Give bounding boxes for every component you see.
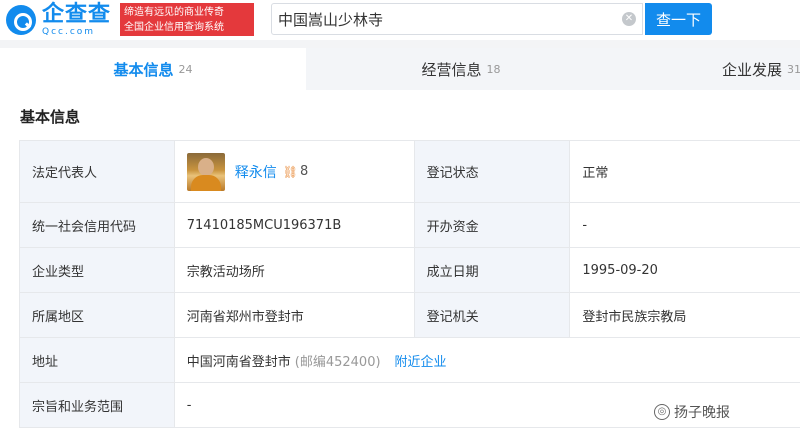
tab-label: 经营信息 bbox=[421, 60, 482, 79]
watermark-text: 扬子晚报 bbox=[674, 405, 730, 421]
authority-label: 登记机关 bbox=[413, 292, 571, 338]
logo-name: 企查查 bbox=[42, 2, 112, 27]
tab-count: 31 bbox=[787, 62, 800, 76]
watermark: ◎ 扬子晚报 bbox=[654, 402, 730, 422]
capital-value: - bbox=[569, 202, 800, 248]
authority-value: 登封市民族宗教局 bbox=[569, 292, 800, 338]
status-value: 正常 bbox=[569, 140, 800, 203]
logo-domain: Qcc.com bbox=[42, 27, 96, 37]
type-label: 企业类型 bbox=[19, 247, 175, 293]
address-value: 中国河南省登封市 bbox=[186, 354, 291, 370]
relation-icon[interactable]: ⛓ bbox=[283, 165, 298, 179]
top-header: 企查查 Qcc.com 缔造有远见的商业传奇 全国企业信用查询系统 ✕ 查一下 bbox=[0, 0, 800, 40]
tab-business-info[interactable]: 经营信息 18 bbox=[306, 48, 616, 90]
slogan-line-1: 缔造有远见的商业传奇 bbox=[124, 6, 224, 18]
credit-code-label: 统一社会信用代码 bbox=[19, 202, 175, 248]
region-value: 河南省郑州市登封市 bbox=[173, 292, 415, 338]
clear-icon[interactable]: ✕ bbox=[622, 12, 636, 26]
avatar[interactable] bbox=[186, 152, 225, 191]
table-row: 企业类型 宗教活动场所 成立日期 1995-09-20 bbox=[19, 247, 800, 293]
watermark-logo-icon: ◎ bbox=[654, 404, 670, 420]
search-box: ✕ bbox=[271, 3, 643, 35]
nearby-companies-link[interactable]: 附近企业 bbox=[395, 355, 447, 370]
table-row: 统一社会信用代码 71410185MCU196371B 开办资金 - bbox=[19, 202, 800, 248]
tab-label: 企业发展 bbox=[722, 60, 783, 79]
section-title: 基本信息 bbox=[20, 108, 81, 126]
table-row: 地址 中国河南省登封市 (邮编452400) 附近企业 bbox=[19, 337, 800, 383]
legal-rep-name-link[interactable]: 释永信 bbox=[235, 162, 277, 182]
tab-basic-info[interactable]: 基本信息 24 bbox=[0, 48, 306, 90]
table-row: 所属地区 河南省郑州市登封市 登记机关 登封市民族宗教局 bbox=[19, 292, 800, 338]
address-label: 地址 bbox=[19, 337, 175, 383]
slogan-banner: 缔造有远见的商业传奇 全国企业信用查询系统 bbox=[120, 3, 254, 36]
tab-label: 基本信息 bbox=[113, 60, 174, 79]
logo-magnifier-icon bbox=[6, 5, 36, 35]
established-label: 成立日期 bbox=[413, 247, 571, 293]
tab-development[interactable]: 企业发展 31 bbox=[676, 48, 800, 90]
credit-code-value: 71410185MCU196371B bbox=[173, 202, 415, 248]
capital-label: 开办资金 bbox=[413, 202, 571, 248]
region-label: 所属地区 bbox=[19, 292, 175, 338]
tab-count: 18 bbox=[486, 62, 501, 76]
table-row: 法定代表人 释永信 ⛓ 8 登记状态 正常 bbox=[19, 140, 800, 203]
qcc-logo[interactable]: 企查查 Qcc.com bbox=[6, 3, 111, 37]
slogan-line-2: 全国企业信用查询系统 bbox=[124, 21, 224, 33]
postcode: (邮编452400) bbox=[294, 354, 381, 370]
related-count[interactable]: 8 bbox=[300, 164, 308, 179]
address-cell: 中国河南省登封市 (邮编452400) 附近企业 bbox=[173, 337, 800, 383]
tab-bar: 基本信息 24 经营信息 18 企业发展 31 bbox=[0, 48, 800, 90]
scope-label: 宗旨和业务范围 bbox=[19, 382, 175, 428]
legal-rep-label: 法定代表人 bbox=[19, 140, 175, 203]
search-button[interactable]: 查一下 bbox=[645, 3, 712, 35]
tab-count: 24 bbox=[178, 62, 193, 76]
info-table: 法定代表人 释永信 ⛓ 8 登记状态 正常 统一社会信用代码 71410185M… bbox=[19, 140, 800, 428]
status-label: 登记状态 bbox=[413, 140, 571, 203]
content-panel: 基本信息 法定代表人 释永信 ⛓ 8 登记状态 正常 统一社会信用代码 7141… bbox=[0, 90, 800, 440]
type-value: 宗教活动场所 bbox=[173, 247, 415, 293]
search-input[interactable] bbox=[278, 8, 598, 30]
established-value: 1995-09-20 bbox=[569, 247, 800, 293]
legal-rep-cell: 释永信 ⛓ 8 bbox=[173, 140, 415, 203]
